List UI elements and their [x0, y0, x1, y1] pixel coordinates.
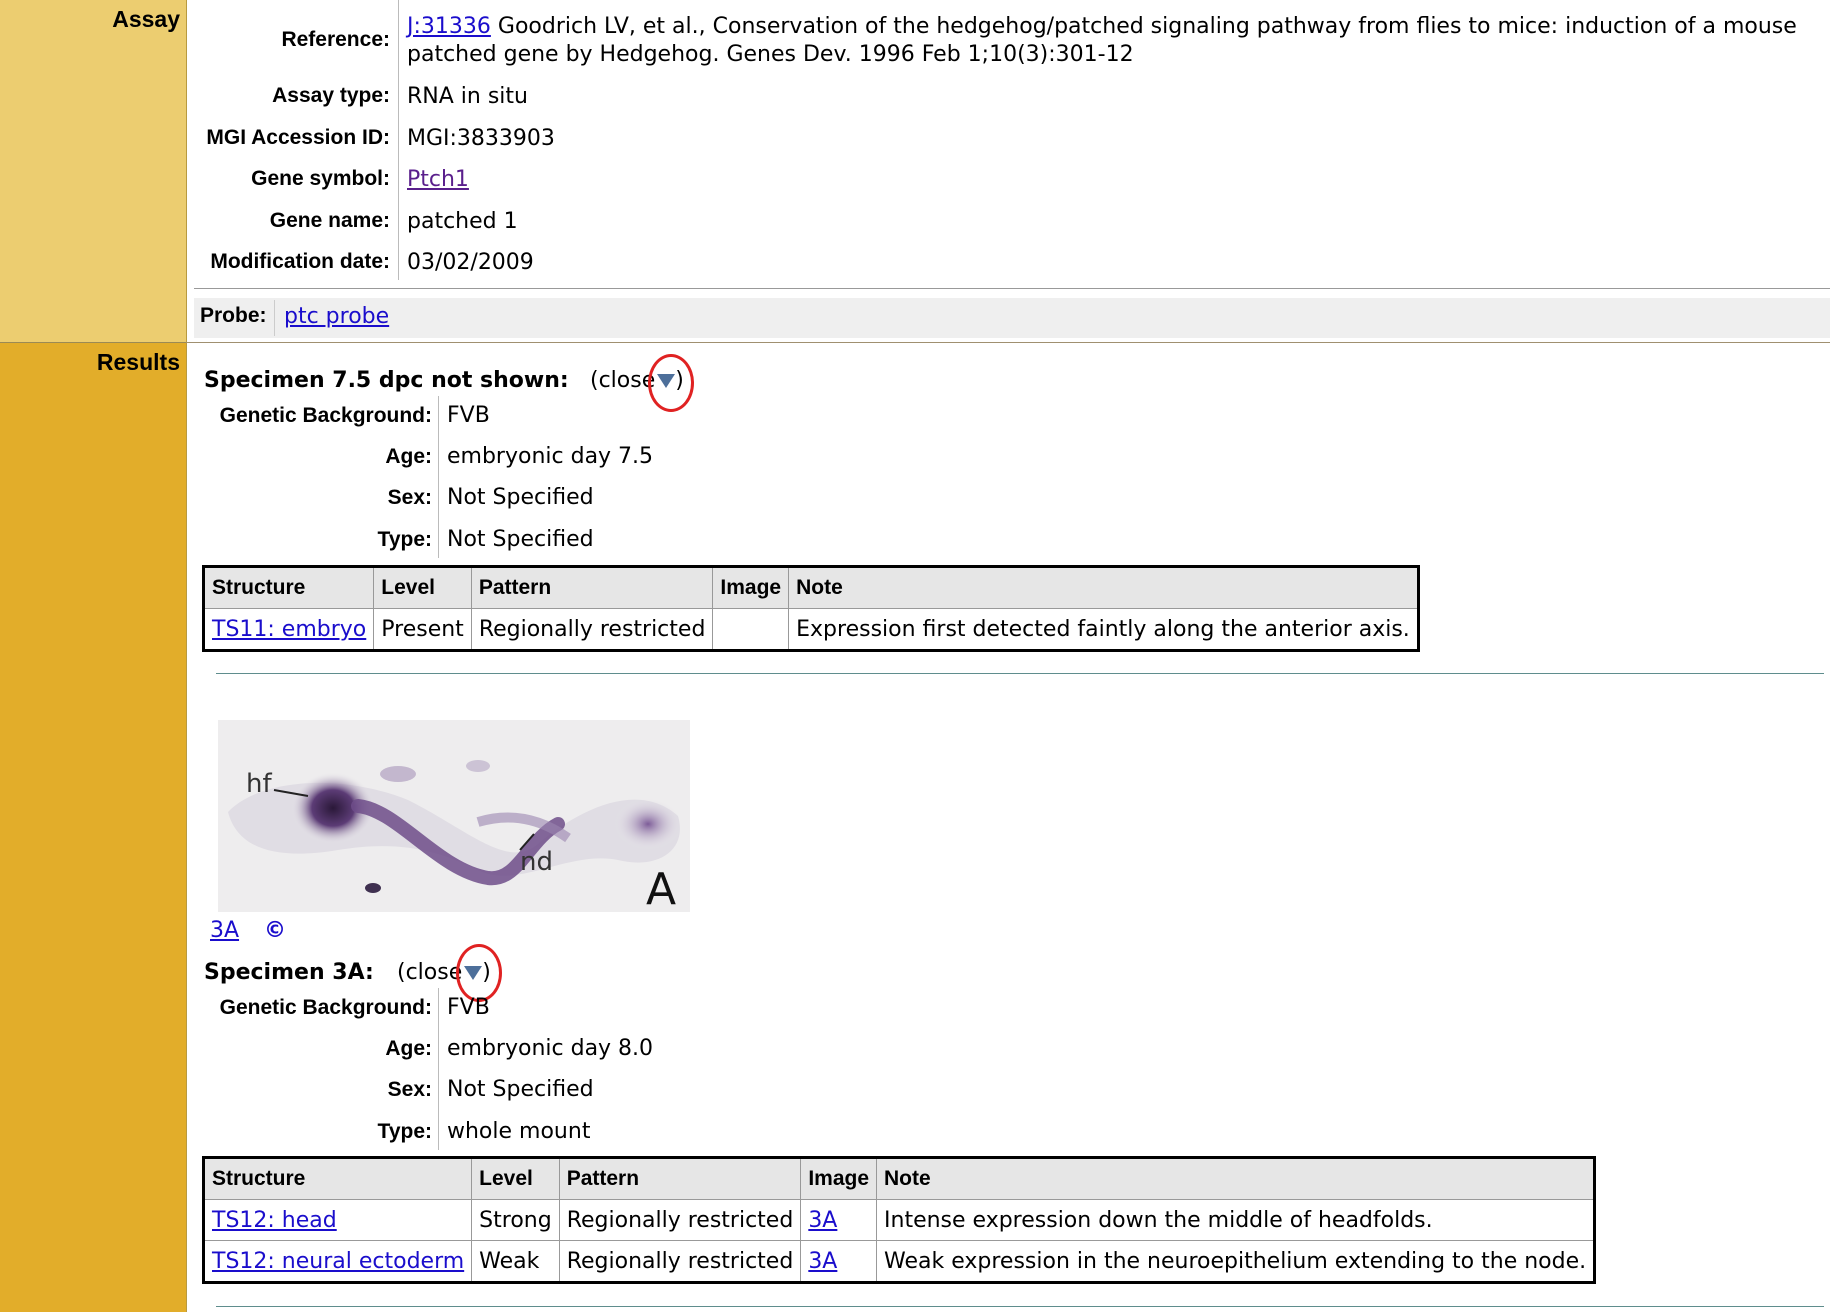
image-cell — [712, 608, 790, 651]
assay-type-label: Assay type: — [272, 84, 390, 107]
specimen-2-age-label: Age: — [385, 1037, 432, 1060]
specimen-1-sex-label: Sex: — [387, 486, 432, 509]
close-text: (close — [397, 960, 463, 985]
pattern-cell: Regionally restricted — [558, 1199, 802, 1241]
highlight-circle — [456, 944, 502, 1002]
gene-symbol-link[interactable]: Ptch1 — [407, 167, 469, 192]
specimen-1-type-value: Not Specified — [447, 527, 594, 552]
specimen-2-genetic-background-value: FVB — [447, 995, 490, 1020]
level-cell: Strong — [471, 1199, 560, 1241]
highlight-circle — [648, 354, 694, 412]
structure-link[interactable]: TS12: neural ectoderm — [212, 1249, 464, 1274]
modification-date-label: Modification date: — [210, 250, 390, 273]
probe-divider — [274, 300, 275, 336]
accession-label: MGI Accession ID: — [206, 126, 390, 149]
reference-link[interactable]: J:31336 — [407, 14, 491, 39]
accession-value: MGI:3833903 — [407, 126, 555, 151]
reference-citation-line1: Goodrich LV, et al., Conservation of the… — [497, 14, 1797, 39]
structure-link[interactable]: TS12: head — [212, 1208, 337, 1233]
note-cell: Weak expression in the neuroepithelium e… — [876, 1240, 1596, 1283]
specimen-2-title: Specimen 3A: — [204, 960, 374, 985]
probe-bar: Probe: ptc probe — [194, 298, 1830, 338]
specimen-2-type-label: Type: — [377, 1120, 432, 1143]
figure-3a-link[interactable]: 3A — [210, 918, 239, 943]
assay-type-value: RNA in situ — [407, 84, 528, 109]
image-cell: 3A — [800, 1240, 878, 1283]
specimen-1-results-table: Structure Level Pattern Image Note TS11:… — [202, 565, 1420, 652]
note-cell: Intense expression down the middle of he… — [876, 1199, 1596, 1241]
probe-label: Probe: — [200, 304, 267, 327]
gene-name-value: patched 1 — [407, 209, 518, 234]
close-text: (close — [590, 368, 656, 393]
structure-cell: TS12: head — [202, 1199, 473, 1241]
header-structure: Structure — [202, 1157, 473, 1200]
specimen-1-age-label: Age: — [385, 445, 432, 468]
specimen-1-type-label: Type: — [377, 528, 432, 551]
table-row: TS12: head Strong Regionally restricted … — [202, 1199, 1596, 1241]
figure-label-hf: hf — [246, 769, 272, 799]
figure-label-nd: nd — [520, 847, 553, 877]
probe-link[interactable]: ptc probe — [284, 304, 389, 329]
specimen-1-title: Specimen 7.5 dpc not shown: — [204, 368, 569, 393]
level-cell: Weak — [471, 1240, 560, 1283]
assay-column-divider — [398, 0, 399, 280]
reference-label: Reference: — [281, 28, 390, 51]
header-level: Level — [373, 566, 472, 609]
reference-citation-line2: patched gene by Hedgehog. Genes Dev. 199… — [407, 42, 1134, 67]
header-pattern: Pattern — [558, 1157, 802, 1200]
specimen-2-age-value: embryonic day 8.0 — [447, 1036, 654, 1061]
pattern-cell: Regionally restricted — [558, 1240, 802, 1283]
results-label-cell: Results — [0, 343, 187, 1312]
specimen-2-results-table: Structure Level Pattern Image Note TS12:… — [202, 1156, 1597, 1284]
figure-panel-letter: A — [646, 864, 676, 912]
specimen-image-3a[interactable]: hf nd A — [218, 720, 690, 915]
specimen-2-sex-value: Not Specified — [447, 1077, 594, 1102]
header-pattern: Pattern — [470, 566, 714, 609]
header-structure: Structure — [202, 566, 375, 609]
assay-underline — [194, 288, 1830, 289]
separator-line — [216, 1306, 1824, 1307]
results-section-label: Results — [96, 349, 180, 375]
assay-section-label: Assay — [112, 6, 180, 32]
figure-links: 3A © — [210, 918, 286, 943]
image-link[interactable]: 3A — [808, 1249, 837, 1274]
specimen-2-genetic-background-label: Genetic Background: — [219, 996, 432, 1019]
header-note: Note — [788, 566, 1419, 609]
structure-link[interactable]: TS11: embryo — [212, 617, 366, 642]
header-image: Image — [712, 566, 790, 609]
specimen-1-genetic-background-value: FVB — [447, 403, 490, 428]
modification-date-value: 03/02/2009 — [407, 250, 534, 275]
header-note: Note — [876, 1157, 1596, 1200]
table-header-row: Structure Level Pattern Image Note — [202, 566, 1419, 609]
image-cell: 3A — [800, 1199, 878, 1241]
header-image: Image — [800, 1157, 878, 1200]
specimen-2-type-value: whole mount — [447, 1119, 591, 1144]
specimen-2-sex-label: Sex: — [387, 1078, 432, 1101]
specimen-1-genetic-background-label: Genetic Background: — [219, 404, 432, 427]
specimen-1-attr-divider — [438, 396, 439, 558]
table-row: TS12: neural ectoderm Weak Regionally re… — [202, 1240, 1596, 1283]
structure-cell: TS11: embryo — [202, 608, 375, 651]
specimen-2-attr-divider — [438, 988, 439, 1150]
copyright-icon[interactable]: © — [264, 918, 286, 943]
specimen-1-sex-value: Not Specified — [447, 485, 594, 510]
section-divider — [186, 342, 1830, 343]
image-link[interactable]: 3A — [808, 1208, 837, 1233]
gene-name-label: Gene name: — [269, 209, 390, 232]
note-cell: Expression first detected faintly along … — [788, 608, 1419, 651]
table-row: TS11: embryo Present Regionally restrict… — [202, 608, 1419, 651]
table-header-row: Structure Level Pattern Image Note — [202, 1157, 1596, 1200]
structure-cell: TS12: neural ectoderm — [202, 1240, 473, 1283]
header-level: Level — [471, 1157, 560, 1200]
gene-symbol-label: Gene symbol: — [251, 167, 390, 190]
separator-line — [216, 673, 1824, 674]
specimen-1-age-value: embryonic day 7.5 — [447, 444, 654, 469]
pattern-cell: Regionally restricted — [470, 608, 714, 651]
level-cell: Present — [373, 608, 472, 651]
assay-label-cell: Assay — [0, 0, 187, 343]
